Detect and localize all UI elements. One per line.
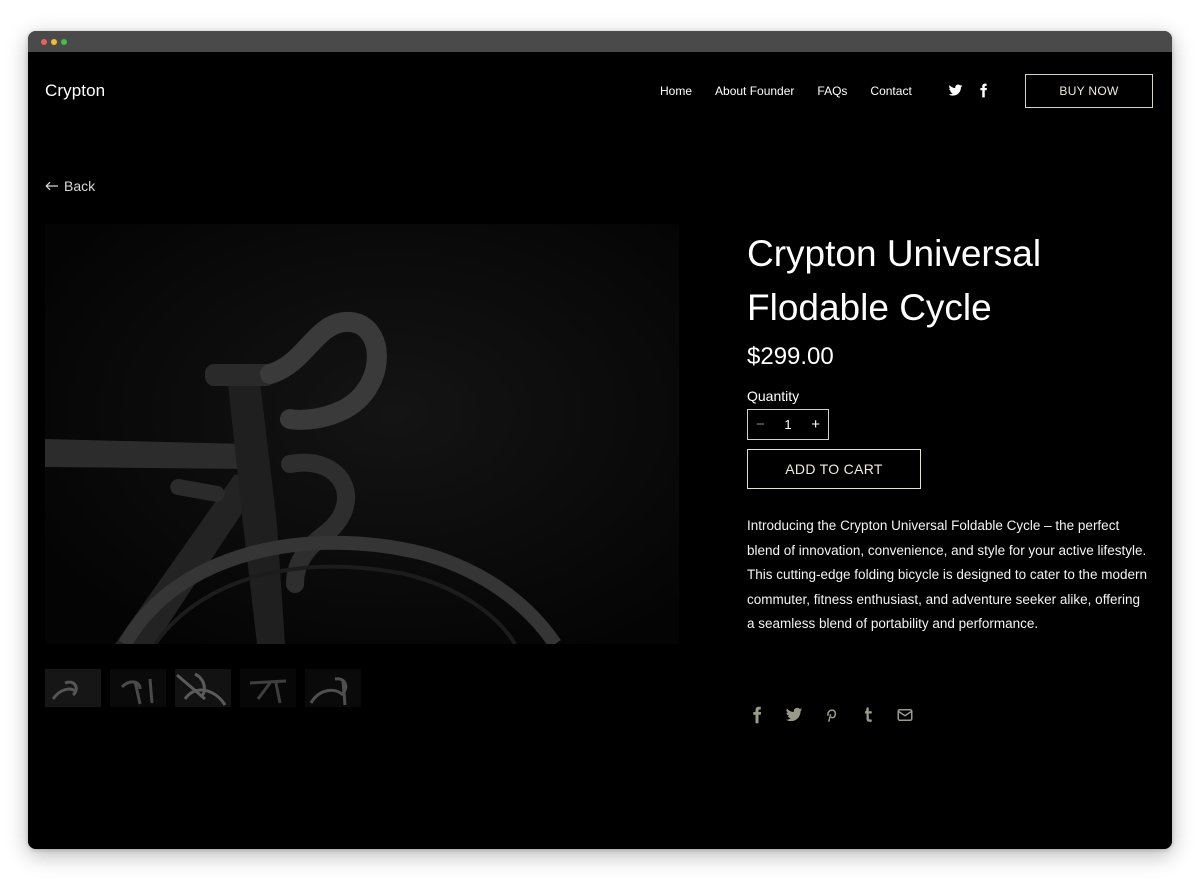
back-label: Back [64,178,96,194]
decrease-quantity-button[interactable]: − [756,416,765,433]
buy-now-button[interactable]: BUY NOW [1025,74,1153,108]
nav-contact[interactable]: Contact [870,84,911,98]
browser-window: Crypton Home About Founder FAQs Contact … [28,31,1172,849]
thumbnail-4[interactable] [240,669,296,707]
product-description: Introducing the Crypton Universal Foldab… [747,518,1147,631]
product-price: $299.00 [747,343,834,370]
header-social-links [948,83,992,99]
nav-about-founder[interactable]: About Founder [715,84,794,98]
share-links [748,706,914,724]
thumbnail-2[interactable] [110,669,166,707]
twitter-icon[interactable] [785,706,803,724]
back-link[interactable]: Back [45,178,95,194]
close-window-dot[interactable] [41,39,47,45]
site-logo[interactable]: Crypton [45,81,105,101]
arrow-left-icon [45,178,59,194]
quantity-value[interactable]: 1 [784,417,791,432]
minimize-window-dot[interactable] [51,39,57,45]
add-to-cart-button[interactable]: ADD TO CART [747,449,921,489]
nav-home[interactable]: Home [660,84,692,98]
page-content: Crypton Home About Founder FAQs Contact … [28,52,1172,849]
nav-faqs[interactable]: FAQs [817,84,847,98]
tumblr-icon[interactable] [859,706,877,724]
maximize-window-dot[interactable] [61,39,67,45]
thumbnail-5[interactable] [305,669,361,707]
product-title: Crypton Universal Flodable Cycle [747,233,1042,328]
product-thumbnails [45,669,361,707]
quantity-stepper: − 1 + [747,409,829,440]
pinterest-icon[interactable] [822,706,840,724]
email-icon[interactable] [896,706,914,724]
facebook-icon[interactable] [976,83,992,99]
increase-quantity-button[interactable]: + [811,416,820,433]
twitter-icon[interactable] [948,83,964,99]
facebook-icon[interactable] [748,706,766,724]
quantity-label: Quantity [747,388,800,404]
window-titlebar [28,31,1172,52]
main-nav: Home About Founder FAQs Contact [660,84,935,98]
thumbnail-3[interactable] [175,669,231,707]
product-main-image[interactable] [45,224,679,644]
thumbnail-1[interactable] [45,669,101,707]
